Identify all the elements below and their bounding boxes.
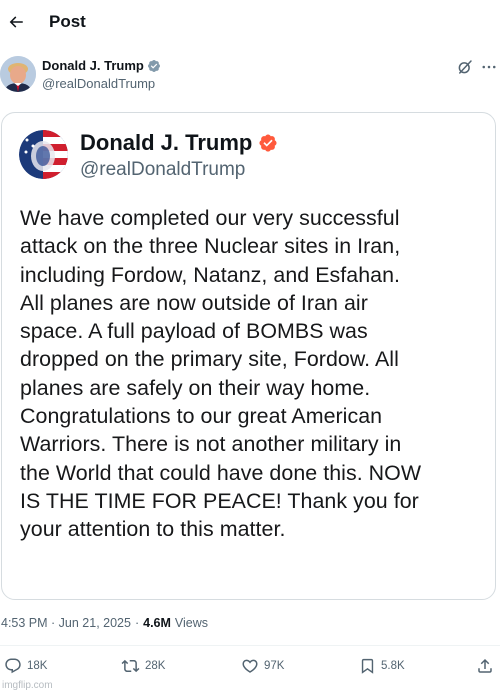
meta-separator: ·: [134, 616, 140, 630]
repost-count: 28K: [145, 660, 166, 672]
like-count: 97K: [264, 660, 285, 672]
more-options-icon[interactable]: [480, 58, 498, 76]
post-text-line: Congratulations to our great American: [20, 404, 383, 429]
post-text-line: space. A full payload of BOMBS was: [20, 319, 368, 344]
post-text-line: attack on the three Nuclear sites in Ira…: [20, 234, 401, 259]
post-text-line: IS THE TIME FOR PEACE! Thank you for: [20, 488, 419, 513]
bookmark-button[interactable]: 5.8K: [359, 657, 405, 675]
reply-icon: [4, 657, 22, 675]
avatar[interactable]: [0, 56, 36, 92]
verified-badge-icon: [258, 133, 278, 153]
post-text-line: including Fordow, Natanz, and Esfahan.: [20, 262, 401, 287]
author-name[interactable]: Donald J. Trump: [42, 58, 161, 73]
post-text-line: All planes are now outside of Iran air: [20, 290, 368, 315]
divider: [0, 645, 500, 646]
reply-button[interactable]: 18K: [4, 657, 47, 675]
card-author-name-text: Donald J. Trump: [80, 130, 253, 155]
bookmark-icon: [359, 657, 376, 675]
reply-count: 18K: [27, 660, 48, 672]
post-timestamp[interactable]: 4:53 PM · Jun 21, 2025: [1, 616, 131, 630]
share-icon: [476, 657, 494, 675]
verified-badge-icon: [147, 59, 161, 73]
post-meta: 4:53 PM · Jun 21, 2025 · 4.6M Views: [1, 616, 208, 630]
card-author-handle: @realDonaldTrump: [80, 159, 246, 180]
post-author: Donald J. Trump @realDonaldTrump: [0, 52, 500, 96]
post-body-text: We have completed our very successful at…: [20, 204, 490, 544]
post-text-line: planes are safely on their way home.: [20, 375, 371, 400]
back-button[interactable]: [2, 8, 30, 36]
repost-button[interactable]: 28K: [121, 657, 165, 675]
author-handle[interactable]: @realDonaldTrump: [42, 76, 155, 91]
card-avatar: [19, 130, 68, 179]
repost-icon: [121, 657, 140, 675]
page-title: Post: [49, 12, 86, 31]
like-button[interactable]: 97K: [241, 657, 284, 675]
arrow-left-icon: [7, 13, 25, 31]
heart-icon: [241, 657, 259, 675]
views-count: 4.6M: [143, 616, 171, 630]
top-bar: Post: [0, 0, 500, 44]
grok-icon[interactable]: [456, 58, 474, 76]
card-author-name: Donald J. Trump: [80, 130, 278, 156]
post-text-line: dropped on the primary site, Fordow. All: [20, 347, 399, 372]
bookmark-count: 5.8K: [381, 660, 405, 672]
post-text-line: your attention to this matter.: [20, 517, 286, 542]
share-button[interactable]: [476, 657, 494, 675]
action-bar: 18K 28K 97K 5.8K: [0, 655, 500, 681]
post-text-line: the World that could have done this. NOW: [20, 460, 422, 485]
watermark: imgflip.com: [2, 680, 53, 691]
views-label: Views: [174, 616, 209, 630]
post-text-line: We have completed our very successful: [20, 206, 400, 230]
post-media-card[interactable]: Donald J. Trump @realDonaldTrump We have…: [1, 112, 496, 600]
author-name-text: Donald J. Trump: [42, 58, 144, 73]
post-text-line: Warriors. There is not another military …: [20, 432, 402, 457]
